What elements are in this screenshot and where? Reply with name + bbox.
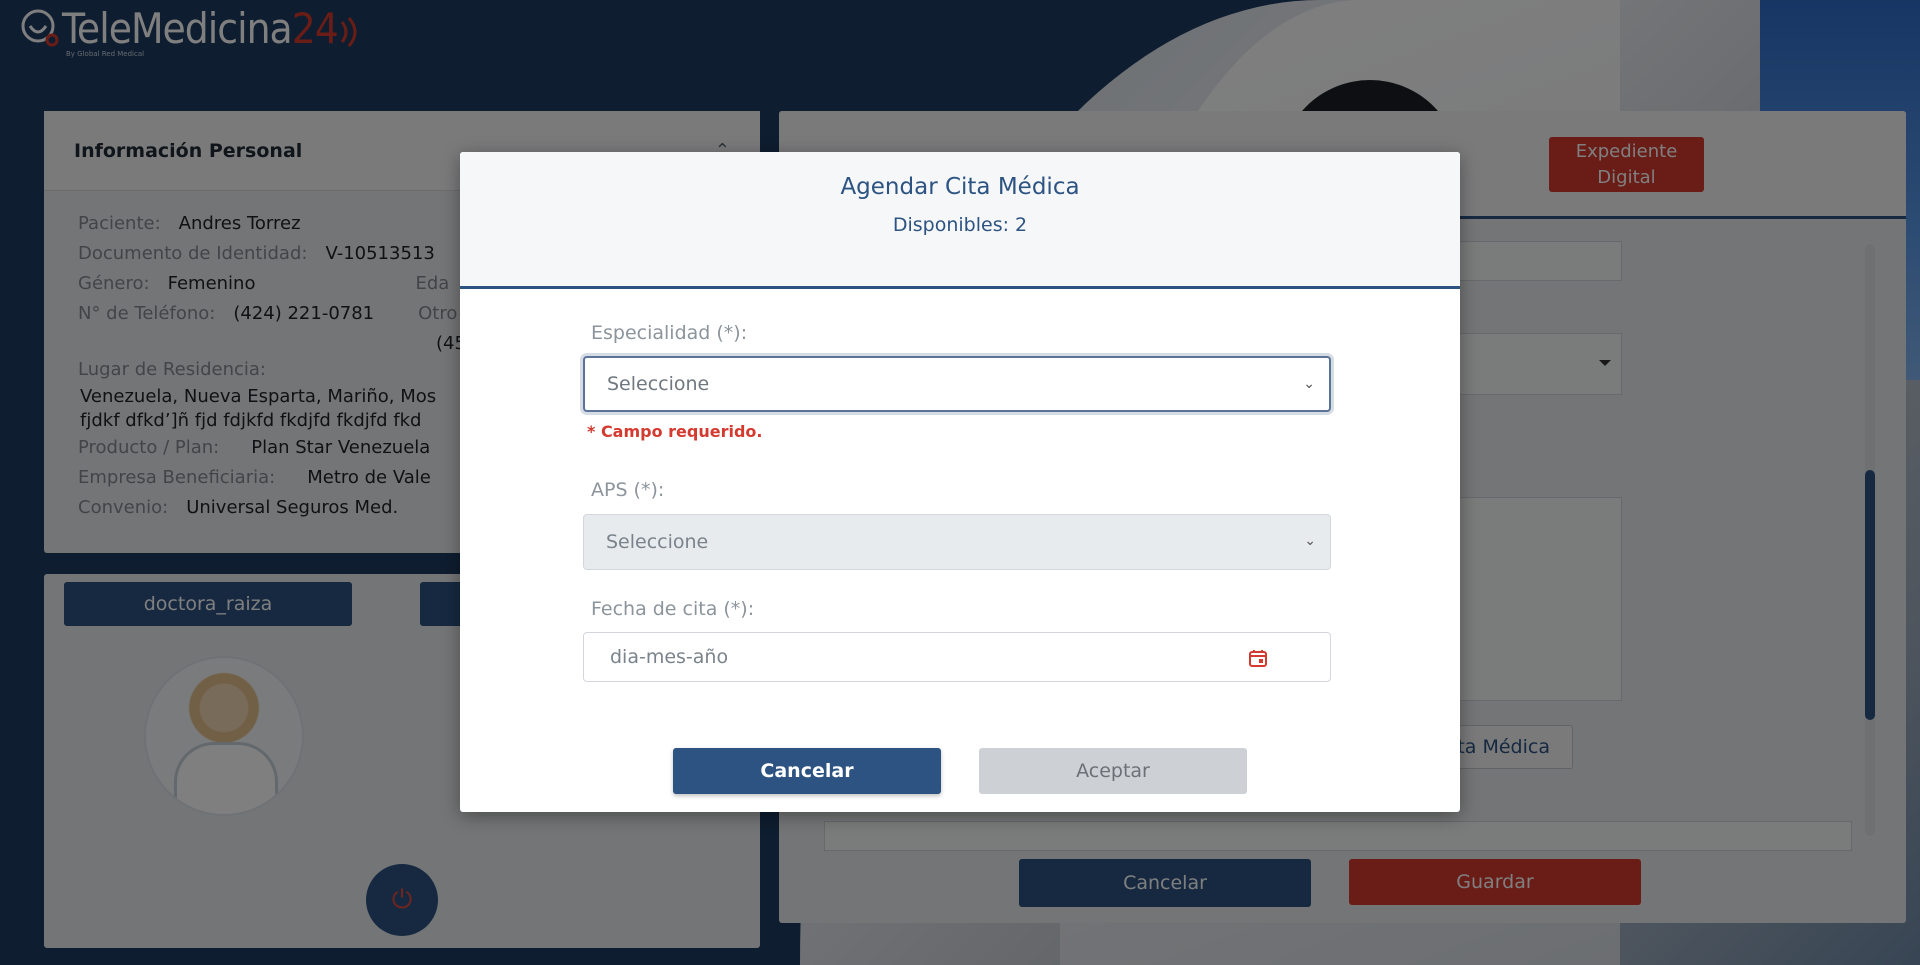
available-count: Disponibles: 2 [892,214,1028,236]
fecha-label: Fecha de cita (*): [591,598,755,620]
modal-cancel-button[interactable]: Cancelar [673,748,941,794]
chevron-down-icon: ⌄ [1304,533,1316,549]
modal-header: Agendar Cita Médica Disponibles: 2 [460,152,1460,289]
error-message: * Campo requerido. [587,422,763,441]
calendar-icon[interactable] [1248,648,1268,668]
fecha-input[interactable]: dia-mes-año [583,632,1331,682]
fecha-placeholder: dia-mes-año [610,646,729,668]
especialidad-value: Seleccione [607,373,710,395]
modal-title: Agendar Cita Médica [840,174,1080,200]
chevron-down-icon: ⌄ [1303,376,1315,392]
aps-value: Seleccione [606,531,709,553]
especialidad-select[interactable]: Seleccione ⌄ [583,356,1331,412]
aps-select[interactable]: Seleccione ⌄ [583,514,1331,570]
modal-accept-button[interactable]: Aceptar [979,748,1247,794]
aps-label: APS (*): [591,479,665,501]
especialidad-label: Especialidad (*): [591,322,748,344]
schedule-appointment-modal: Agendar Cita Médica Disponibles: 2 Espec… [460,152,1460,812]
